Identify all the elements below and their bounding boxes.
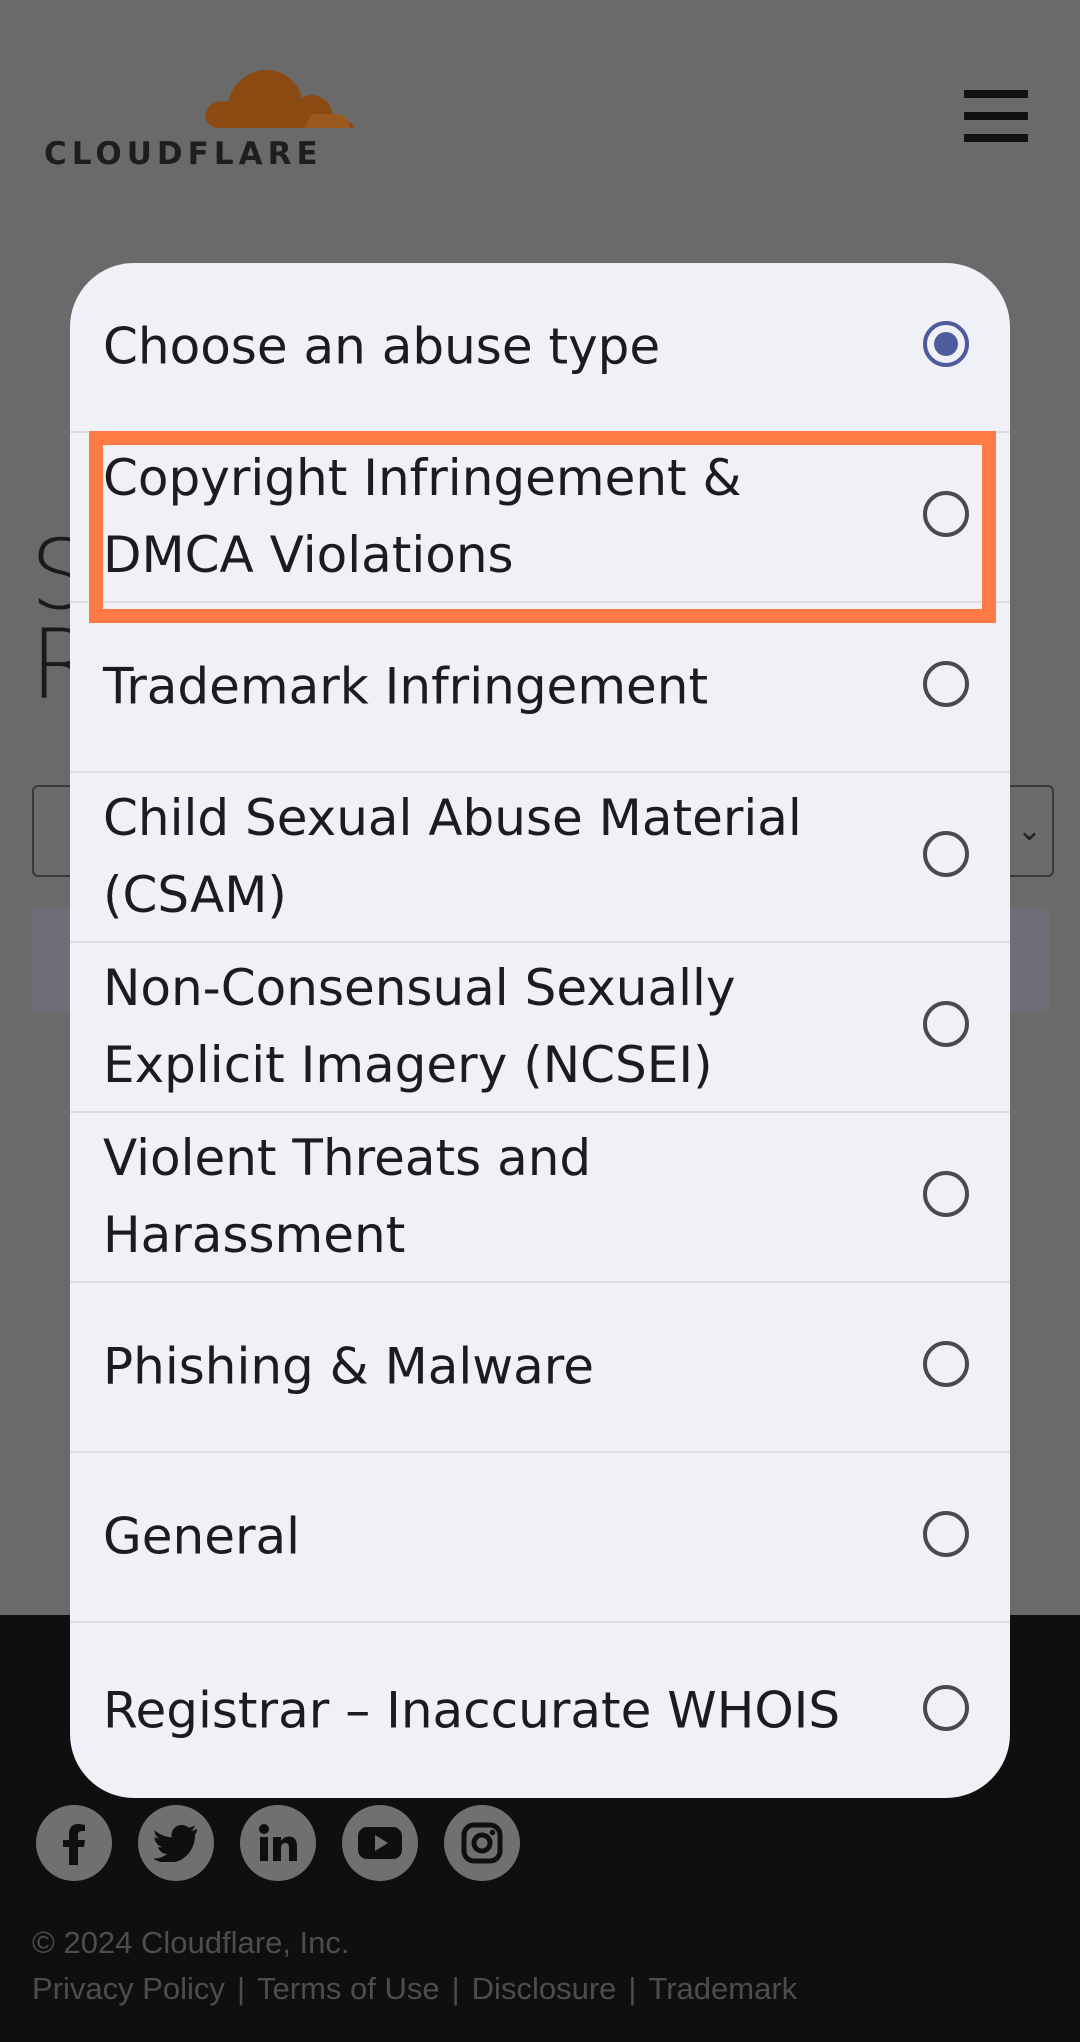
trademark-link[interactable]: Trademark xyxy=(648,1971,797,2007)
option-choose-abuse-type[interactable]: Choose an abuse type xyxy=(70,263,1010,433)
option-registrar-whois[interactable]: Registrar – Inaccurate WHOIS xyxy=(70,1623,1010,1798)
radio-selected-icon[interactable] xyxy=(923,321,969,367)
hamburger-menu-icon[interactable] xyxy=(964,90,1030,142)
chevron-down-icon: ⌄ xyxy=(1016,813,1042,848)
cloud-icon xyxy=(205,70,354,128)
radio-icon[interactable] xyxy=(923,1001,969,1047)
option-label: Child Sexual Abuse Material (CSAM) xyxy=(103,789,802,924)
option-label: Trademark Infringement xyxy=(103,657,709,716)
twitter-icon[interactable] xyxy=(138,1805,214,1881)
linkedin-icon[interactable] xyxy=(240,1805,316,1881)
social-links xyxy=(36,1805,520,1881)
instagram-icon[interactable] xyxy=(444,1805,520,1881)
terms-of-use-link[interactable]: Terms of Use xyxy=(257,1971,440,2007)
privacy-policy-link[interactable]: Privacy Policy xyxy=(32,1971,225,2007)
radio-icon[interactable] xyxy=(923,491,969,537)
facebook-icon[interactable] xyxy=(36,1805,112,1881)
footer-links: Privacy Policy | Terms of Use | Disclosu… xyxy=(32,1971,797,2007)
option-ncsei[interactable]: Non-Consensual Sexually Explicit Imagery… xyxy=(70,943,1010,1113)
radio-icon[interactable] xyxy=(923,1511,969,1557)
youtube-icon[interactable] xyxy=(342,1805,418,1881)
option-violent-threats[interactable]: Violent Threats and Harassment xyxy=(70,1113,1010,1283)
option-label: Copyright Infringement & DMCA Violations xyxy=(103,449,742,584)
page: CLOUDFLARE S R ⌄ © 2024 Cloudflare, Inc.… xyxy=(0,0,1080,2042)
site-header: CLOUDFLARE xyxy=(0,0,1080,220)
link-separator: | xyxy=(236,1971,245,2006)
disclosure-link[interactable]: Disclosure xyxy=(472,1971,617,2007)
option-label: Violent Threats and Harassment xyxy=(103,1129,592,1264)
option-csam[interactable]: Child Sexual Abuse Material (CSAM) xyxy=(70,773,1010,943)
option-trademark[interactable]: Trademark Infringement xyxy=(70,603,1010,773)
logo-wordmark: CLOUDFLARE xyxy=(44,136,323,172)
radio-icon[interactable] xyxy=(923,1684,969,1731)
option-label: General xyxy=(103,1507,301,1566)
abuse-type-picker-dialog: Choose an abuse type Copyright Infringem… xyxy=(70,263,1010,1798)
option-general[interactable]: General xyxy=(70,1453,1010,1623)
option-phishing-malware[interactable]: Phishing & Malware xyxy=(70,1283,1010,1453)
link-separator: | xyxy=(451,1971,460,2006)
option-label: Registrar – Inaccurate WHOIS xyxy=(103,1681,841,1739)
radio-icon[interactable] xyxy=(923,661,969,707)
option-label: Non-Consensual Sexually Explicit Imagery… xyxy=(103,959,736,1094)
option-label: Phishing & Malware xyxy=(103,1337,594,1396)
radio-icon[interactable] xyxy=(923,1171,969,1217)
radio-icon[interactable] xyxy=(923,1341,969,1387)
option-copyright-dmca[interactable]: Copyright Infringement & DMCA Violations xyxy=(70,433,1010,603)
cloudflare-logo[interactable]: CLOUDFLARE xyxy=(40,56,370,176)
copyright-text: © 2024 Cloudflare, Inc. xyxy=(32,1925,350,1960)
radio-icon[interactable] xyxy=(923,831,969,877)
link-separator: | xyxy=(628,1971,637,2006)
option-label: Choose an abuse type xyxy=(103,317,661,376)
